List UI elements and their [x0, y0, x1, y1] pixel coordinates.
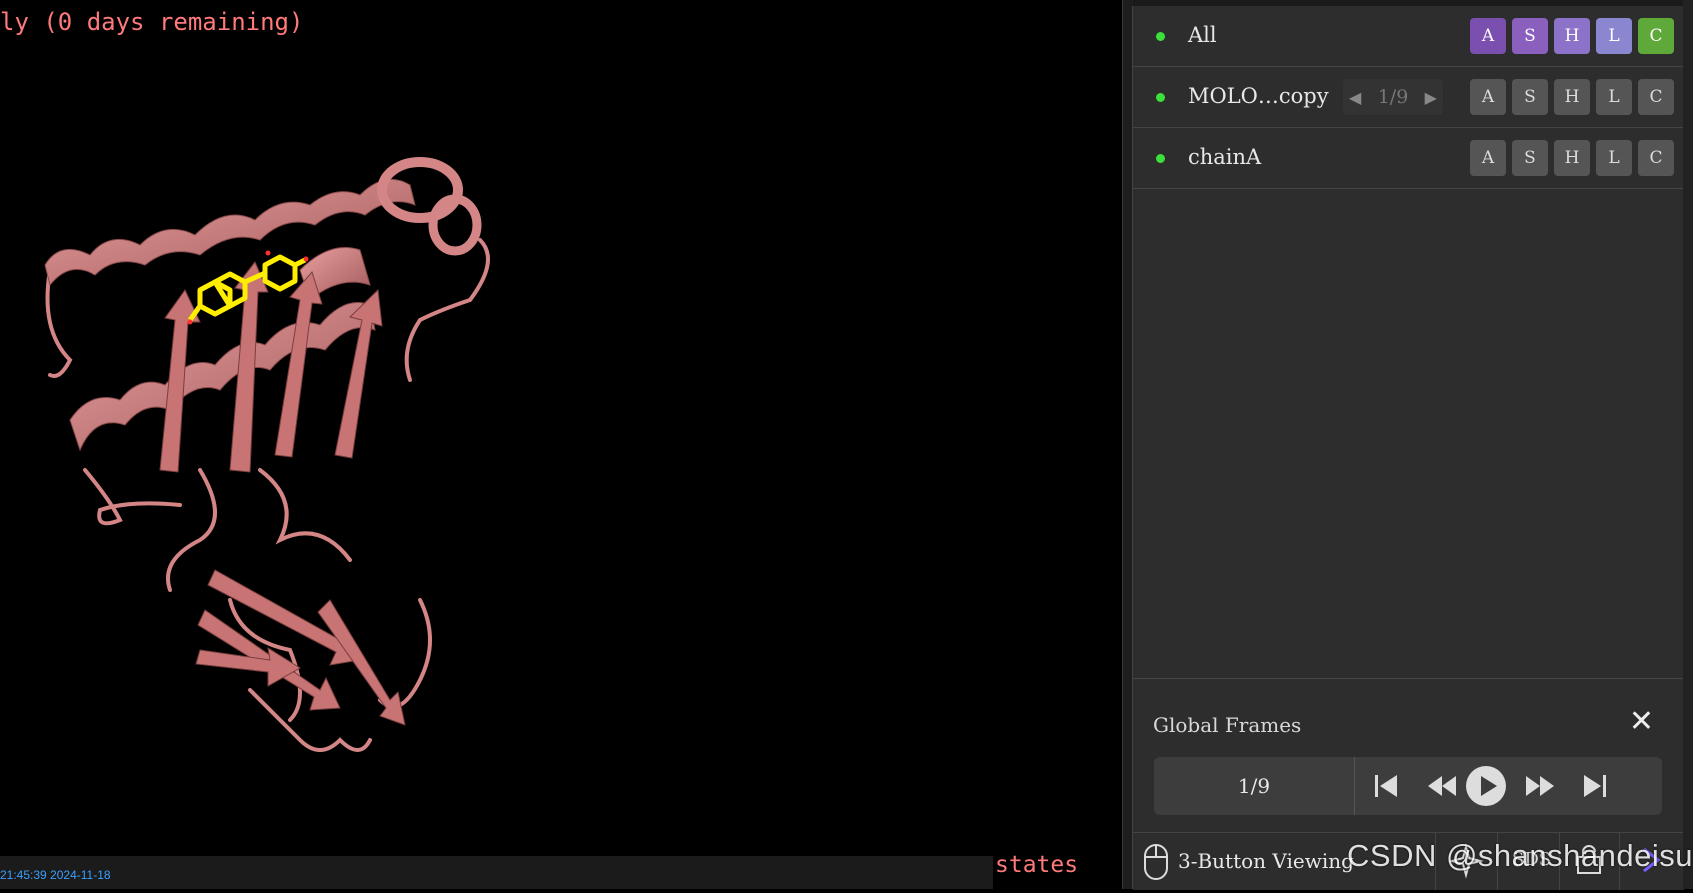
window-edge: [1683, 0, 1693, 889]
prev-state-icon[interactable]: ◀: [1349, 88, 1361, 107]
color-button[interactable]: C: [1638, 79, 1674, 115]
label-button[interactable]: L: [1596, 79, 1632, 115]
object-name[interactable]: MOLO…copy: [1188, 84, 1329, 108]
action-button[interactable]: A: [1470, 18, 1506, 54]
hide-button[interactable]: H: [1554, 18, 1590, 54]
object-action-buttons: A S H L C: [1470, 18, 1674, 54]
action-button[interactable]: A: [1470, 79, 1506, 115]
label-button[interactable]: L: [1596, 18, 1632, 54]
timestamp: 21:45:39 2024-11-18: [0, 868, 111, 882]
first-frame-icon[interactable]: [1358, 757, 1414, 815]
show-button[interactable]: S: [1512, 79, 1548, 115]
viewer-status-bar: [0, 856, 993, 889]
next-state-icon[interactable]: ▶: [1425, 88, 1437, 107]
object-row-all[interactable]: All A S H L C: [1133, 6, 1684, 67]
states-label: states: [995, 852, 1079, 878]
object-row-chaina[interactable]: chainA A S H L C: [1133, 128, 1684, 189]
label-button[interactable]: L: [1596, 140, 1632, 176]
play-icon[interactable]: [1458, 757, 1514, 815]
color-button[interactable]: C: [1638, 140, 1674, 176]
hide-button[interactable]: H: [1554, 140, 1590, 176]
show-button[interactable]: S: [1512, 18, 1548, 54]
hide-button[interactable]: H: [1554, 79, 1590, 115]
object-name[interactable]: chainA: [1188, 145, 1261, 169]
last-frame-icon[interactable]: [1567, 757, 1623, 815]
object-name[interactable]: All: [1188, 23, 1217, 47]
object-action-buttons: A S H L C: [1470, 140, 1674, 176]
watermark-text: CSDN @shanshandeisu: [1347, 838, 1693, 873]
global-frames-title: Global Frames: [1153, 713, 1302, 737]
global-frames-panel: Global Frames ✕ 1/9: [1133, 678, 1684, 822]
enabled-indicator[interactable]: [1156, 93, 1165, 102]
fast-forward-icon[interactable]: [1512, 757, 1568, 815]
object-row-molo-copy[interactable]: MOLO…copy ◀ 1/9 ▶ A S H L C: [1133, 67, 1684, 128]
molecular-viewport[interactable]: ly (0 days remaining) 21:45:39 2024-11-1…: [0, 0, 1122, 889]
mouse-mode-label[interactable]: 3-Button Viewing: [1178, 849, 1354, 873]
enabled-indicator[interactable]: [1156, 154, 1165, 163]
protein-cartoon: [44, 157, 490, 752]
object-panel: All A S H L C MOLO…copy ◀ 1/9 ▶ A S H L …: [1132, 6, 1684, 890]
frames-controls: 1/9: [1154, 757, 1662, 815]
mouse-icon[interactable]: [1143, 843, 1169, 885]
state-value: 1/9: [1377, 86, 1409, 108]
close-icon[interactable]: ✕: [1629, 707, 1654, 737]
state-stepper[interactable]: ◀ 1/9 ▶: [1343, 79, 1443, 115]
show-button[interactable]: S: [1512, 140, 1548, 176]
frame-counter: 1/9: [1154, 757, 1355, 815]
enabled-indicator[interactable]: [1156, 32, 1165, 41]
object-action-buttons: A S H L C: [1470, 79, 1674, 115]
action-button[interactable]: A: [1470, 140, 1506, 176]
color-button[interactable]: C: [1638, 18, 1674, 54]
